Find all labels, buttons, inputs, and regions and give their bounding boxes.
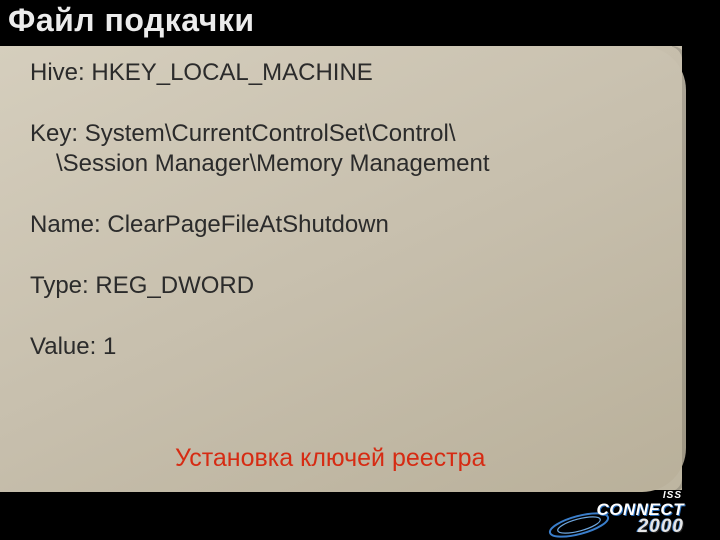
frame-right	[682, 0, 720, 540]
type-label: Type:	[30, 272, 89, 299]
logo: ISS CONNECT 2000	[552, 494, 684, 538]
logo-year: 2000	[638, 516, 684, 538]
key-label: Key:	[30, 120, 78, 147]
slide-title: Файл подкачки	[8, 2, 255, 39]
name-label: Name:	[30, 211, 101, 238]
key-line-2: \Session Manager\Memory Management	[30, 149, 670, 180]
key-block: Key: System\CurrentControlSet\Control\ \…	[30, 119, 670, 180]
type-value: REG_DWORD	[95, 272, 254, 299]
name-line: Name: ClearPageFileAtShutdown	[30, 210, 670, 241]
hive-label: Hive:	[30, 59, 85, 86]
name-value: ClearPageFileAtShutdown	[107, 211, 389, 238]
hive-line: Hive: HKEY_LOCAL_MACHINE	[30, 58, 670, 89]
key-value-1: System\CurrentControlSet\Control\	[85, 120, 456, 147]
key-line-1: Key: System\CurrentControlSet\Control\	[30, 119, 670, 150]
footer-note: Установка ключей реестра	[175, 444, 485, 473]
hive-value: HKEY_LOCAL_MACHINE	[91, 59, 372, 86]
value-value: 1	[103, 333, 116, 360]
type-line: Type: REG_DWORD	[30, 271, 670, 302]
value-label: Value:	[30, 333, 96, 360]
slide: Файл подкачки Hive: HKEY_LOCAL_MACHINE K…	[0, 0, 720, 540]
value-line: Value: 1	[30, 332, 670, 363]
slide-body: Hive: HKEY_LOCAL_MACHINE Key: System\Cur…	[30, 58, 670, 392]
